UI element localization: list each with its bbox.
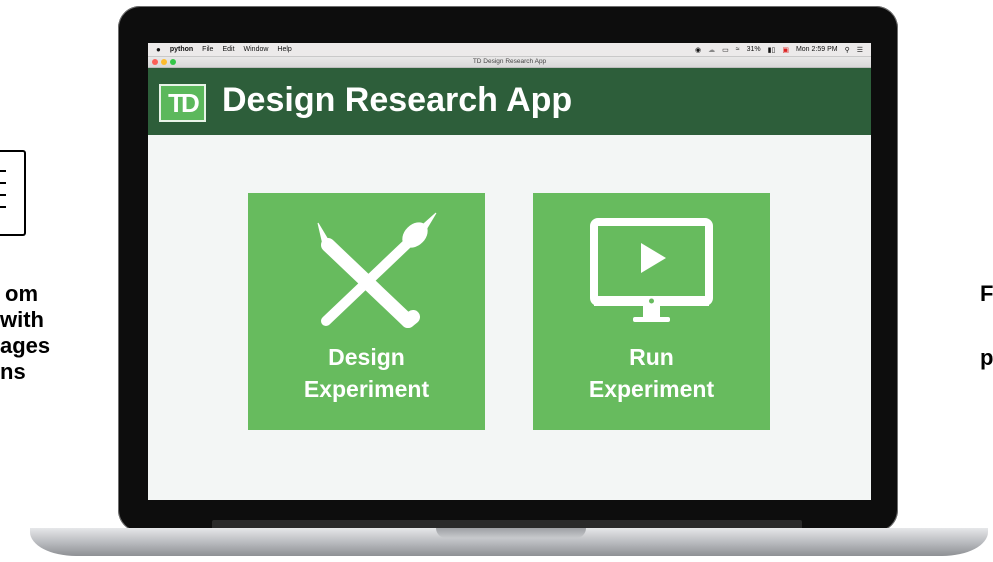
pencil-brush-icon: [317, 212, 437, 328]
design-label-line1: Design: [328, 344, 405, 370]
run-experiment-label: Run Experiment: [533, 341, 770, 405]
close-window-button[interactable]: [152, 59, 158, 65]
design-experiment-button[interactable]: Design Experiment: [248, 193, 485, 430]
menu-help[interactable]: Help: [277, 46, 291, 53]
app-header: TD Design Research App: [148, 68, 871, 135]
airplay-icon[interactable]: ▭: [722, 46, 729, 54]
apple-icon[interactable]: ●: [156, 45, 161, 54]
menu-file[interactable]: File: [202, 46, 213, 53]
left-caption-line: with: [0, 307, 44, 332]
design-label-line2: Experiment: [303, 376, 430, 402]
flag-icon[interactable]: ▣: [782, 46, 789, 54]
minimize-window-button[interactable]: [161, 59, 167, 65]
search-icon[interactable]: ⚲: [845, 46, 850, 54]
status-area: ◉ ☁ ▭ ≈ 31% ▮▯ ▣ Mon 2:59 PM ⚲ ☰: [695, 46, 871, 54]
design-experiment-label: Design Experiment: [248, 341, 485, 405]
left-caption-line: om: [5, 281, 38, 306]
menu-edit[interactable]: Edit: [222, 46, 234, 53]
right-caption-line: p: [980, 345, 993, 370]
td-logo: TD: [159, 84, 206, 122]
laptop-base: [30, 528, 988, 556]
wifi-icon[interactable]: ≈: [736, 46, 740, 53]
status-cloud-icon[interactable]: ☁: [708, 46, 715, 54]
battery-percent[interactable]: 31%: [747, 46, 761, 53]
window-title: TD Design Research App: [472, 58, 547, 65]
notification-center-icon[interactable]: ☰: [857, 46, 863, 54]
window-title-bar: TD Design Research App: [148, 57, 871, 68]
battery-icon[interactable]: ▮▯: [768, 46, 776, 54]
menu-window[interactable]: Window: [244, 46, 269, 53]
monitor-play-icon: [590, 218, 713, 322]
clock[interactable]: Mon 2:59 PM: [796, 46, 838, 53]
app-title: Design Research App: [222, 81, 573, 119]
status-circle-icon[interactable]: ◉: [695, 46, 701, 54]
laptop-screen: ● python File Edit Window Help ◉ ☁ ▭ ≈ 3…: [148, 43, 871, 500]
maximize-window-button[interactable]: [170, 59, 176, 65]
document-icon: [0, 150, 26, 236]
run-label-line1: Run: [629, 344, 674, 370]
left-caption-line: ages: [0, 333, 51, 358]
right-caption: F p: [980, 281, 993, 371]
run-experiment-button[interactable]: Run Experiment: [533, 193, 770, 430]
left-caption-line: ns: [0, 359, 26, 384]
menu-app-name[interactable]: python: [170, 46, 193, 53]
left-caption: om with ages ns: [0, 281, 50, 385]
menu-bar: ● python File Edit Window Help ◉ ☁ ▭ ≈ 3…: [148, 43, 871, 57]
run-label-line2: Experiment: [588, 376, 715, 402]
right-caption-line: F: [980, 281, 993, 306]
